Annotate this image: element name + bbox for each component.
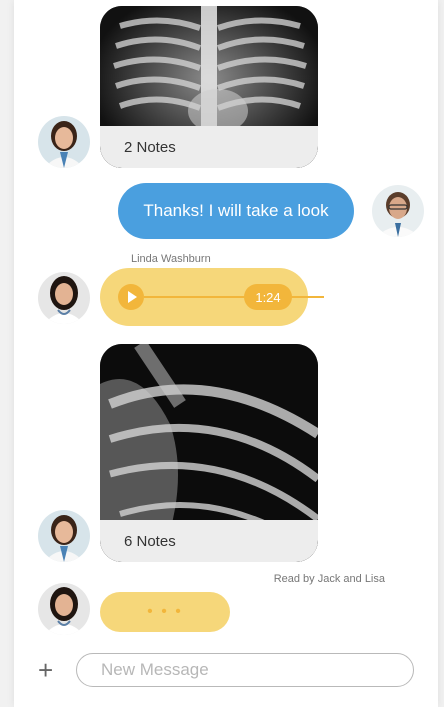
play-icon[interactable] — [118, 284, 144, 310]
audio-duration: 1:24 — [244, 284, 292, 310]
image-notes-label: 2 Notes — [100, 126, 318, 168]
doctor-avatar — [38, 272, 90, 324]
read-receipt: Read by Jack and Lisa — [273, 573, 385, 585]
sent-message-text: Thanks! I will take a look — [143, 201, 329, 220]
audio-message[interactable]: 1:24 — [100, 268, 324, 326]
sent-message-bubble: Thanks! I will take a look — [118, 183, 354, 239]
image-notes-label: 6 Notes — [100, 520, 318, 562]
typing-indicator: • • • — [100, 592, 230, 632]
new-message-input[interactable] — [76, 653, 414, 687]
doctor-avatar — [38, 116, 90, 168]
chat-screen: 2 Notes Thanks! I will take a look Linda… — [14, 0, 438, 707]
sender-name: Linda Washburn — [131, 253, 211, 265]
xray-image-message-2[interactable]: 6 Notes — [100, 344, 318, 562]
add-icon[interactable]: + — [38, 655, 53, 685]
xray-image-message-1[interactable]: 2 Notes — [100, 6, 318, 168]
doctor-avatar — [38, 510, 90, 562]
user-avatar — [372, 185, 424, 237]
message-composer: + — [14, 648, 438, 698]
doctor-avatar — [38, 583, 90, 635]
audio-progress-track[interactable] — [144, 296, 324, 298]
